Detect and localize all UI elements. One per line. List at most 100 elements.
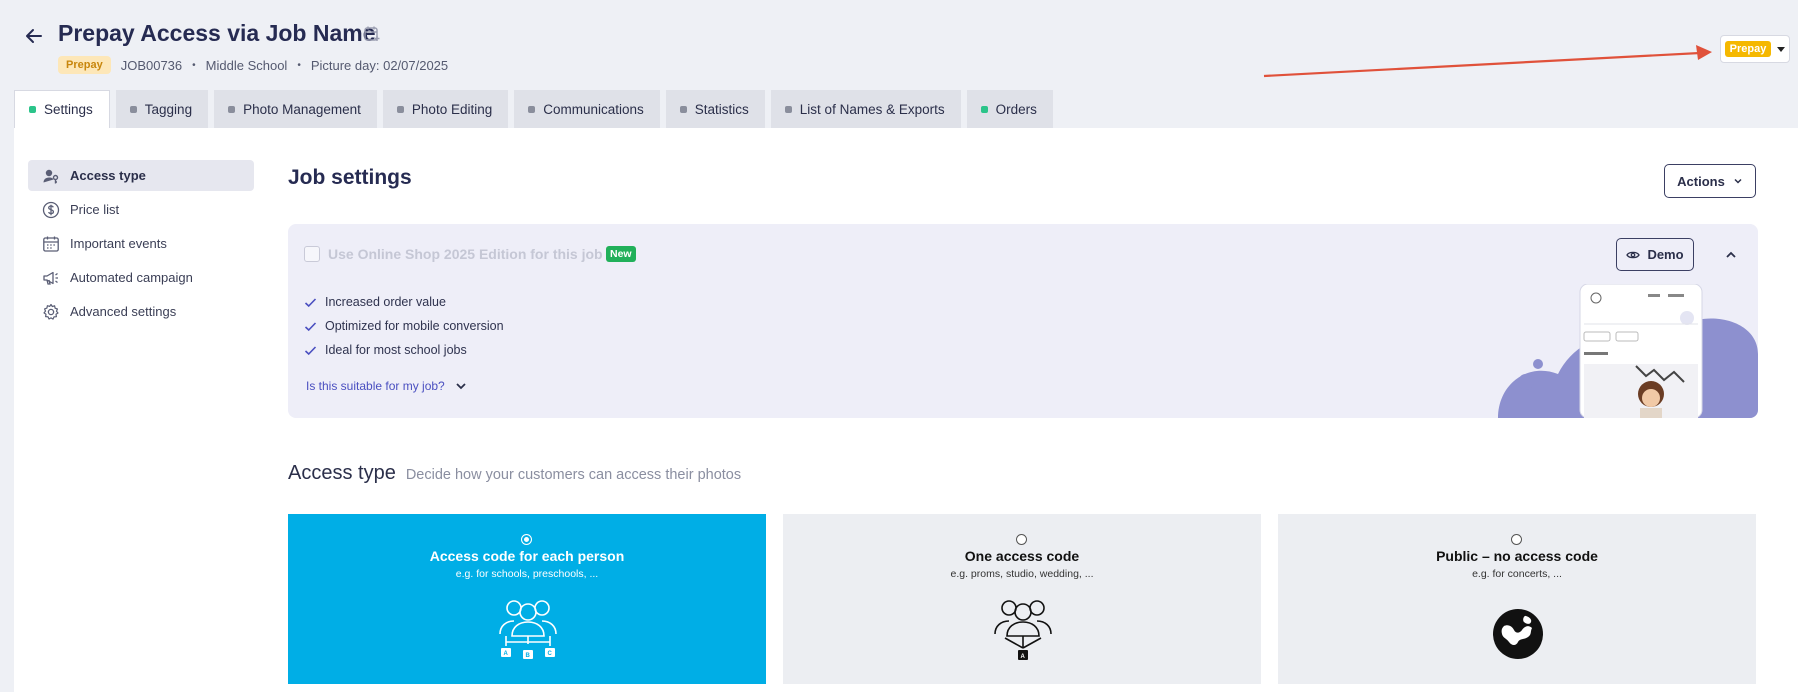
access-option-code-per-person[interactable]: Access code for each person e.g. for sch… xyxy=(288,514,766,684)
user-key-icon xyxy=(43,169,59,183)
group-locks-icon: A B C xyxy=(499,600,557,659)
tab-orders[interactable]: Orders xyxy=(966,90,1053,128)
sidebar-item-price-list[interactable]: Price list xyxy=(28,194,254,225)
eye-icon xyxy=(1626,251,1641,258)
svg-text:B: B xyxy=(526,653,531,659)
calendar-icon xyxy=(43,236,59,252)
check-icon xyxy=(304,321,317,331)
sidebar-item-label: Automated campaign xyxy=(70,270,193,285)
tab-bar: Settings Tagging Photo Management Photo … xyxy=(14,90,1053,128)
arrow-left-icon xyxy=(26,29,42,43)
separator: • xyxy=(297,59,301,71)
option-subtitle: e.g. for schools, preschools, ... xyxy=(455,568,599,580)
tab-label: Photo Management xyxy=(243,101,361,117)
svg-text:C: C xyxy=(548,651,553,657)
suitable-link-text: Is this suitable for my job? xyxy=(306,379,445,393)
sidebar-item-access-type[interactable]: Access type xyxy=(28,160,254,191)
access-options: Access code for each person e.g. for sch… xyxy=(288,514,1756,684)
tab-list-of-names-exports[interactable]: List of Names & Exports xyxy=(770,90,961,128)
phone-preview-illustration xyxy=(1498,284,1758,418)
list-item: Increased order value xyxy=(304,290,504,314)
tab-label: Statistics xyxy=(694,101,749,117)
job-id: JOB00736 xyxy=(120,57,183,73)
back-button[interactable] xyxy=(22,24,46,48)
list-item: Ideal for most school jobs xyxy=(304,338,504,362)
access-option-public[interactable]: Public – no access code e.g. for concert… xyxy=(1278,514,1756,684)
chevron-down-icon xyxy=(456,383,466,390)
new-badge: New xyxy=(606,246,636,262)
tab-status-dot xyxy=(980,105,988,113)
caret-down-icon xyxy=(1777,46,1786,52)
annotation-arrow xyxy=(1263,45,1712,78)
radio-button[interactable] xyxy=(521,534,532,545)
suitable-link[interactable]: Is this suitable for my job? xyxy=(306,379,467,393)
prepay-badge: Prepay xyxy=(58,56,111,74)
tab-photo-management[interactable]: Photo Management xyxy=(214,90,377,128)
radio-button[interactable] xyxy=(1016,534,1027,545)
online-shop-title: Use Online Shop 2025 Edition for this jo… xyxy=(328,246,603,262)
option-title: Access code for each person xyxy=(429,548,625,564)
tab-settings[interactable]: Settings xyxy=(14,90,110,128)
settings-sidebar: Access type Price list Important events … xyxy=(28,160,254,330)
check-icon xyxy=(304,297,317,307)
section-title: Job settings xyxy=(288,166,412,189)
access-type-heading: Access type Decide how your customers ca… xyxy=(288,462,741,485)
separator: • xyxy=(192,59,196,71)
sidebar-item-label: Advanced settings xyxy=(70,304,177,319)
option-title: One access code xyxy=(964,548,1080,564)
sidebar-item-label: Access type xyxy=(70,168,146,183)
tab-statistics[interactable]: Statistics xyxy=(665,90,765,128)
access-option-one-code[interactable]: One access code e.g. proms, studio, wedd… xyxy=(783,514,1261,684)
gear-icon xyxy=(43,303,59,320)
group-single-lock-icon: A xyxy=(994,600,1052,660)
dollar-circle-icon xyxy=(42,201,60,218)
settings-panel: Access type Price list Important events … xyxy=(14,128,1798,692)
tab-label: Tagging xyxy=(144,101,193,117)
calendar-add-icon[interactable] xyxy=(363,25,381,43)
status-dropdown[interactable]: Prepay xyxy=(1720,35,1790,63)
benefit-text: Increased order value xyxy=(325,295,446,309)
svg-text:A: A xyxy=(1021,654,1026,660)
tab-status-dot xyxy=(784,105,792,113)
job-meta: Prepay JOB00736 • Middle School • Pictur… xyxy=(58,56,448,74)
online-shop-checkbox[interactable] xyxy=(304,246,320,262)
option-title: Public – no access code xyxy=(1436,548,1598,564)
tab-photo-editing[interactable]: Photo Editing xyxy=(382,90,509,128)
tab-label: Photo Editing xyxy=(411,101,493,117)
benefit-list: Increased order value Optimized for mobi… xyxy=(304,290,504,362)
tab-label: Communications xyxy=(543,101,644,117)
radio-button[interactable] xyxy=(1511,534,1522,545)
tab-label: Orders xyxy=(995,101,1037,117)
status-pill: Prepay xyxy=(1724,41,1772,57)
picture-day: Picture day: 02/07/2025 xyxy=(310,57,449,73)
option-subtitle: e.g. proms, studio, wedding, ... xyxy=(950,568,1094,580)
tab-status-dot xyxy=(396,105,404,113)
demo-button[interactable]: Demo xyxy=(1616,238,1694,271)
sidebar-item-label: Price list xyxy=(70,202,120,217)
chevron-up-icon[interactable] xyxy=(1722,246,1740,264)
benefit-text: Ideal for most school jobs xyxy=(325,343,467,357)
globe-icon xyxy=(1493,609,1543,659)
check-icon xyxy=(304,345,317,355)
actions-button[interactable]: Actions xyxy=(1664,164,1756,198)
tab-communications[interactable]: Communications xyxy=(514,90,660,128)
sidebar-item-label: Important events xyxy=(70,236,167,251)
page-header: Prepay Access via Job Name Prepay JOB007… xyxy=(0,0,1798,90)
sidebar-item-important-events[interactable]: Important events xyxy=(28,228,254,259)
tab-status-dot xyxy=(29,106,36,113)
page-title: Prepay Access via Job Name xyxy=(58,20,376,46)
tab-tagging[interactable]: Tagging xyxy=(115,90,209,128)
tab-status-dot xyxy=(129,105,137,113)
list-item: Optimized for mobile conversion xyxy=(304,314,504,338)
sidebar-item-automated-campaign[interactable]: Automated campaign xyxy=(28,262,254,293)
tab-status-dot xyxy=(679,105,687,113)
online-shop-card: Use Online Shop 2025 Edition for this jo… xyxy=(288,224,1758,418)
tab-label: Settings xyxy=(44,102,93,117)
tab-label: List of Names & Exports xyxy=(799,101,945,117)
school-type: Middle School xyxy=(205,57,288,73)
option-subtitle: e.g. for concerts, ... xyxy=(1472,568,1562,580)
chevron-down-icon xyxy=(1734,178,1742,184)
actions-label: Actions xyxy=(1677,173,1725,189)
tab-status-dot xyxy=(228,105,236,113)
sidebar-item-advanced-settings[interactable]: Advanced settings xyxy=(28,296,254,327)
